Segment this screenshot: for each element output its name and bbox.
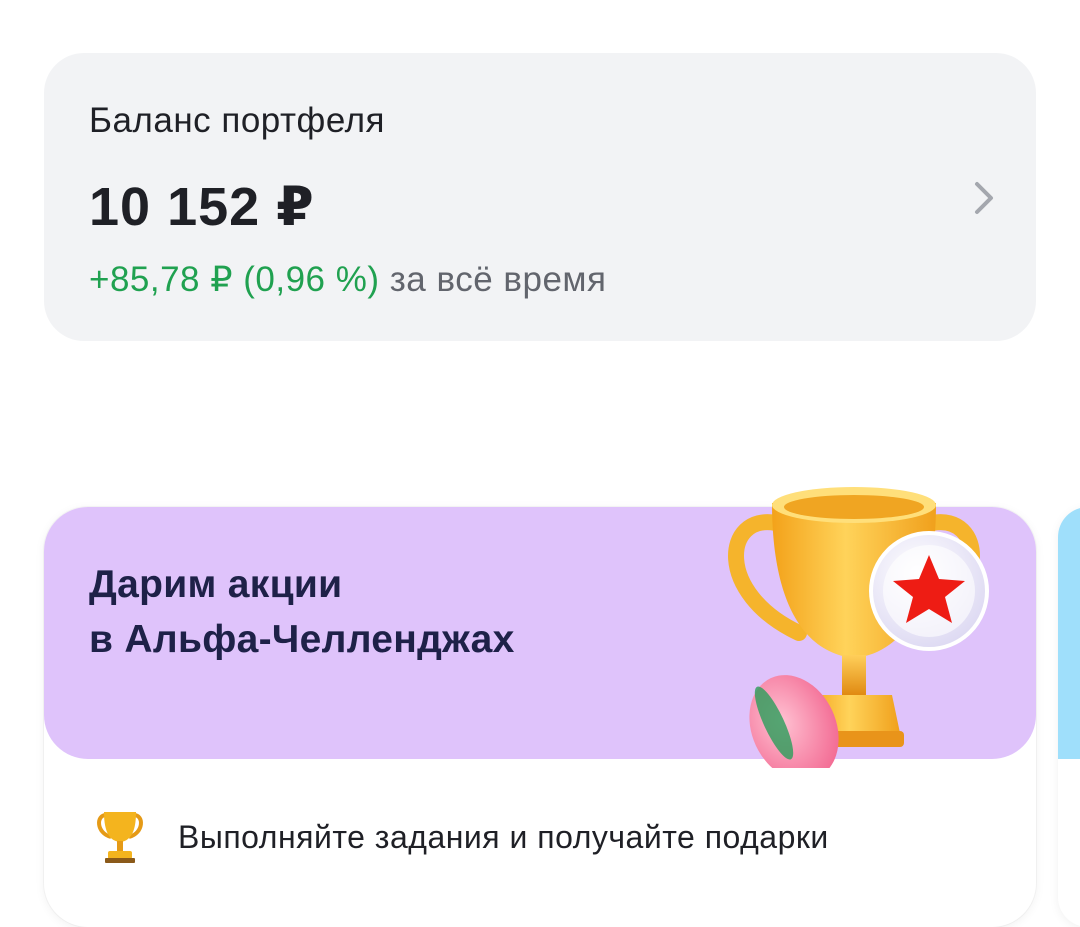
promo-title: Дарим акции в Альфа-Челленджах	[89, 557, 515, 667]
chevron-right-icon	[975, 182, 993, 214]
alfa-challenge-promo-card[interactable]: Дарим акции в Альфа-Челленджах Выполняйт…	[44, 487, 1036, 927]
balance-amount: 10 152 ₽	[89, 177, 315, 237]
balance-label: Баланс портфеля	[89, 101, 385, 140]
trophy-icon	[97, 812, 143, 863]
balance-change-period: за всё время	[379, 260, 607, 299]
promo-footer-text: Выполняйте задания и получайте подарки	[178, 818, 829, 855]
next-promo-card-peek[interactable]	[1058, 507, 1080, 927]
promo-footer: Выполняйте задания и получайте подарки	[94, 807, 829, 867]
balance-change: +85,78 ₽ (0,96 %) за всё время	[89, 260, 606, 300]
trophy-illustration-icon	[728, 487, 989, 768]
promo-title-line-2: в Альфа-Челленджах	[89, 618, 515, 661]
portfolio-balance-card[interactable]: Баланс портфеля 10 152 ₽ +85,78 ₽ (0,96 …	[44, 53, 1036, 341]
balance-change-value: +85,78 ₽ (0,96 %)	[89, 260, 380, 299]
next-promo-banner	[1058, 507, 1080, 759]
promo-title-line-1: Дарим акции	[89, 563, 343, 606]
